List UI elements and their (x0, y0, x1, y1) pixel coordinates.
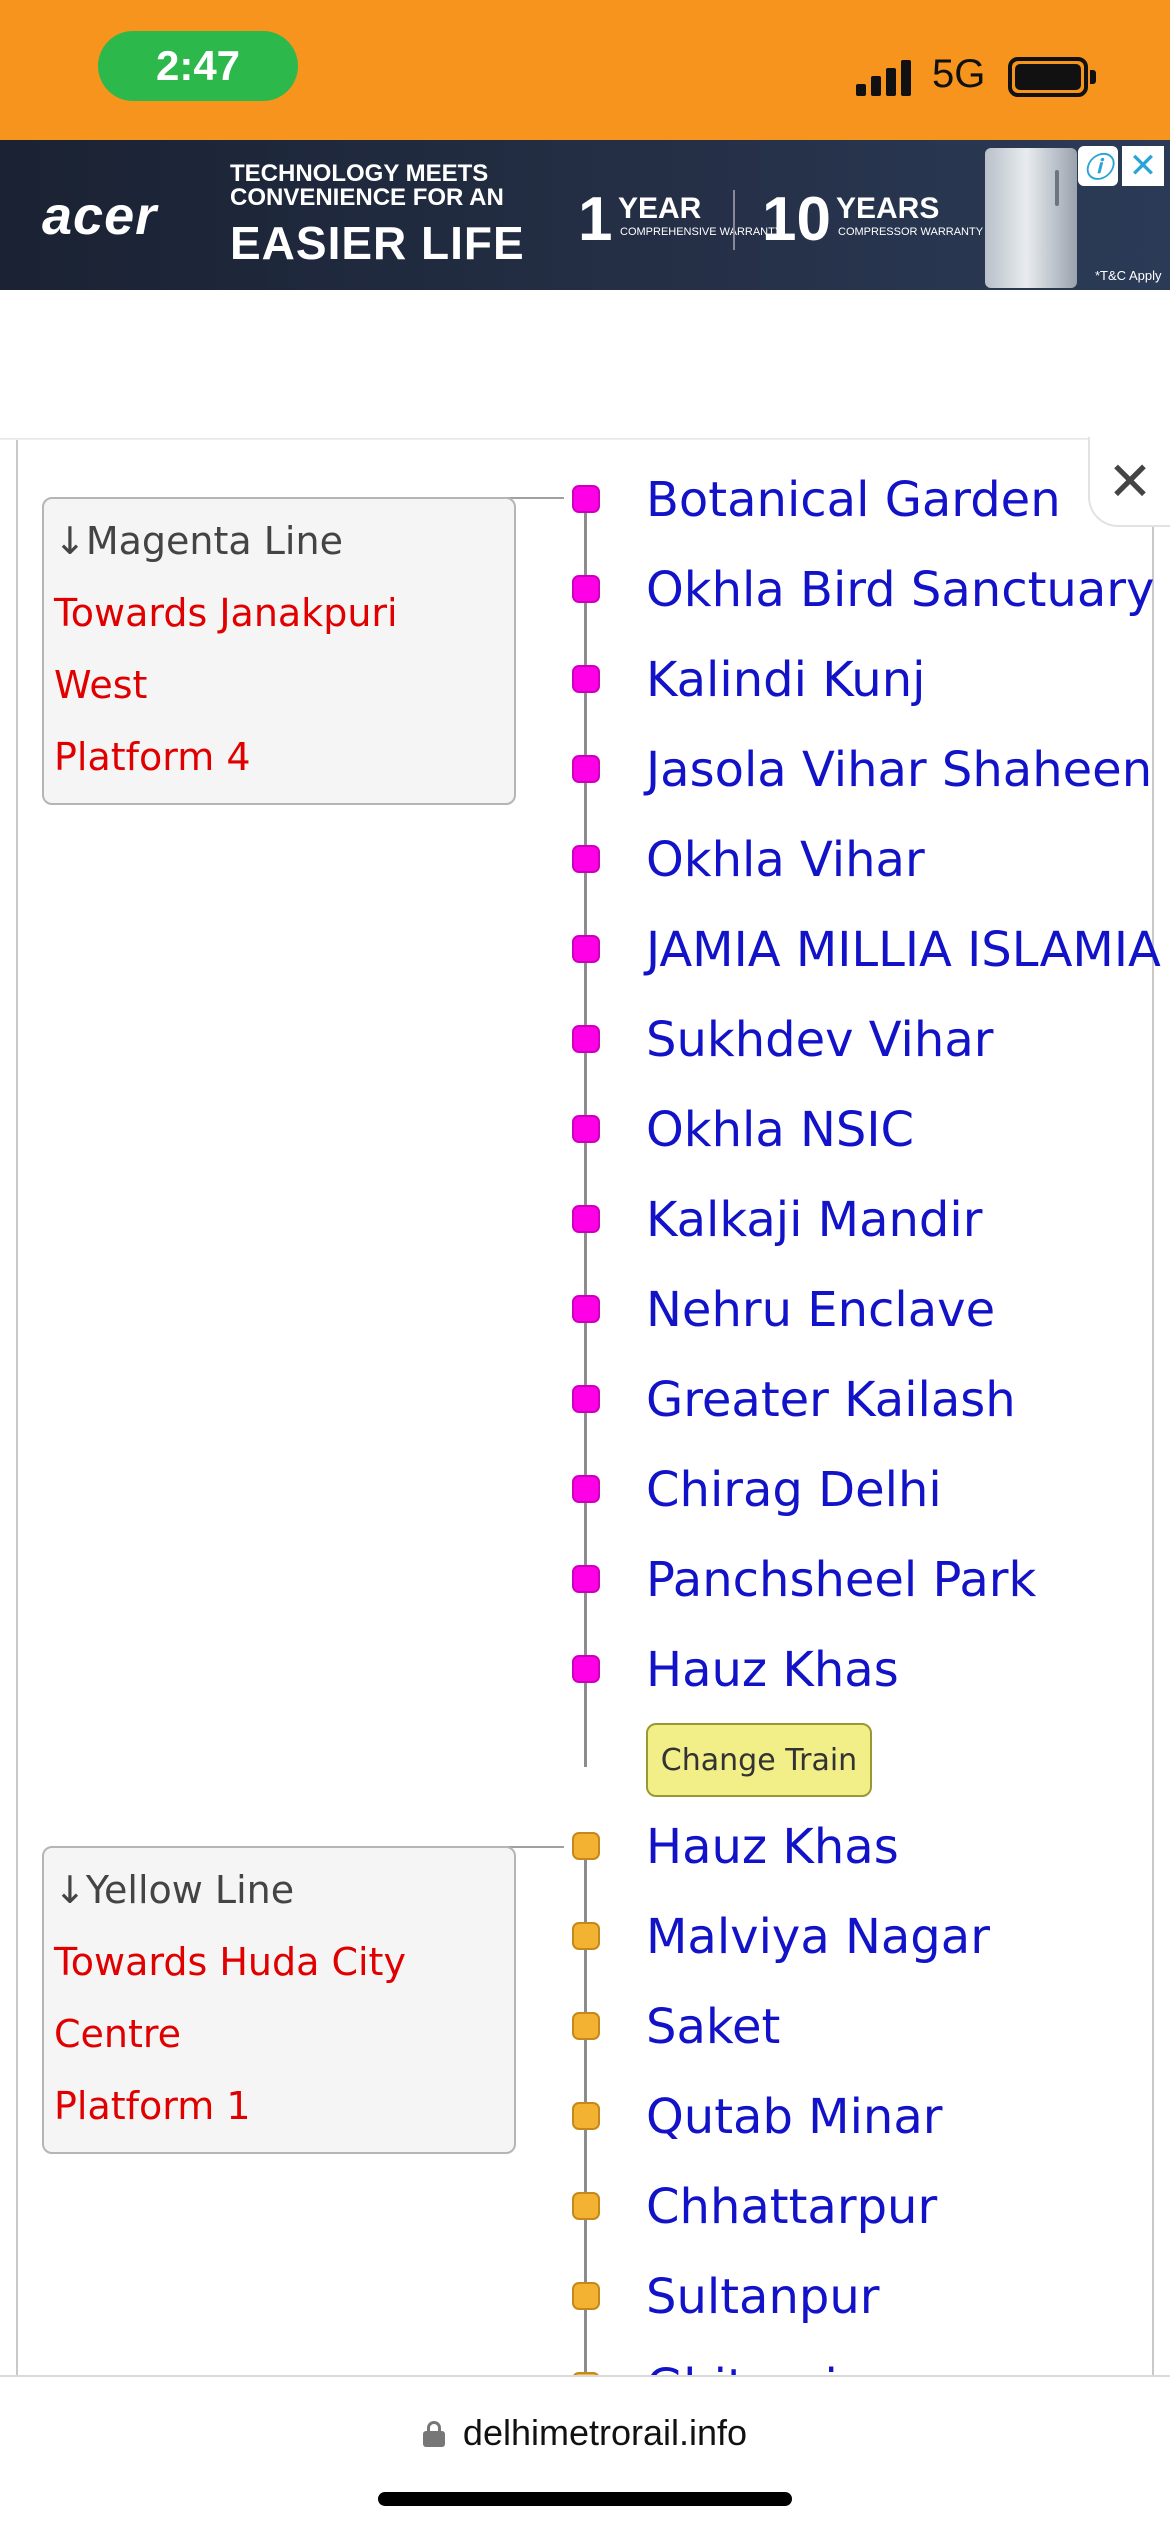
line-platform: Platform 1 (54, 2084, 251, 2128)
status-bar: 2:47 5G (0, 0, 1170, 140)
station-dot (572, 935, 600, 963)
station-link[interactable]: Sultanpur (646, 2267, 880, 2327)
station-dot (572, 1475, 600, 1503)
station-dot (572, 665, 600, 693)
station-dot (572, 1832, 600, 1860)
line-info-box-yellow: ↓Yellow Line Towards Huda City Centre Pl… (42, 1846, 516, 2154)
station-dot (572, 575, 600, 603)
browser-bottom-bar: delhimetrorail.info (0, 2375, 1170, 2532)
station-link[interactable]: Sukhdev Vihar (646, 1010, 993, 1070)
home-indicator[interactable] (378, 2492, 792, 2506)
station-link[interactable]: Greater Kailash (646, 1370, 1016, 1430)
station-link[interactable]: Botanical Garden (646, 470, 1061, 530)
close-icon[interactable]: ✕ (1088, 437, 1170, 527)
screen: 2:47 5G acer TECHNOLOGY MEETS CONVENIENC… (0, 0, 1170, 2532)
route-content: ↓Magenta Line Towards Janakpuri West Pla… (0, 440, 1170, 2375)
ad-warranty-1-number: 1 (578, 185, 613, 254)
content-border-left (16, 440, 18, 2375)
address-bar[interactable]: delhimetrorail.info (0, 2412, 1170, 2454)
station-dot (572, 2102, 600, 2130)
station-link[interactable]: Nehru Enclave (646, 1280, 995, 1340)
line-info-box-magenta: ↓Magenta Line Towards Janakpuri West Pla… (42, 497, 516, 805)
station-link[interactable]: Kalkaji Mandir (646, 1190, 982, 1250)
line-platform: Platform 4 (54, 735, 251, 779)
station-link[interactable]: Chirag Delhi (646, 1460, 942, 1520)
station-dot (572, 1295, 600, 1323)
line-direction-cont: Centre (54, 2012, 182, 2056)
station-link[interactable]: Malviya Nagar (646, 1907, 990, 1967)
ad-brand-logo: acer (42, 186, 158, 246)
status-time: 2:47 (98, 31, 298, 101)
station-link[interactable]: Saket (646, 1997, 780, 2057)
ad-close-icon[interactable]: ✕ (1122, 146, 1164, 186)
battery-icon (1008, 57, 1088, 97)
ad-terms: *T&C Apply (1095, 268, 1162, 283)
station-link[interactable]: Jasola Vihar Shaheen Bagh (646, 740, 1170, 800)
line-direction-cont: West (54, 663, 148, 707)
battery-tip (1090, 70, 1096, 84)
station-dot (572, 1922, 600, 1950)
station-link[interactable]: Panchsheel Park (646, 1550, 1036, 1610)
url-text: delhimetrorail.info (462, 2412, 748, 2453)
ad-warranty-2-sub: COMPRESSOR WARRANTY (838, 226, 984, 238)
change-train-button[interactable]: Change Train (646, 1723, 872, 1797)
station-link[interactable]: Okhla NSIC (646, 1100, 914, 1160)
ad-warranty-1-unit: YEAR (618, 192, 702, 225)
station-link[interactable]: Okhla Vihar (646, 830, 925, 890)
line-direction: Towards Huda City (54, 1940, 406, 1984)
ad-headline: EASIER LIFE (230, 217, 525, 269)
ad-warranty-2-number: 10 (762, 185, 831, 254)
station-dot (572, 1655, 600, 1683)
station-dot (572, 1565, 600, 1593)
lock-icon (422, 2421, 445, 2447)
station-dot (572, 2012, 600, 2040)
line-name: ↓Yellow Line (54, 1868, 295, 1912)
ad-tagline: TECHNOLOGY MEETS CONVENIENCE FOR AN (230, 162, 504, 210)
ad-divider (733, 190, 735, 250)
content-border-right (1152, 440, 1154, 2375)
station-dot (572, 755, 600, 783)
station-link[interactable]: Ghitorni (646, 2357, 838, 2375)
station-link[interactable]: Hauz Khas (646, 1817, 899, 1877)
station-dot (572, 1025, 600, 1053)
station-link[interactable]: JAMIA MILLIA ISLAMIA (646, 920, 1161, 980)
station-link[interactable]: Hauz Khas (646, 1640, 899, 1700)
station-link[interactable]: Chhattarpur (646, 2177, 937, 2237)
station-dot (572, 485, 600, 513)
line-name: ↓Magenta Line (54, 519, 343, 563)
ad-tagline-line-2: CONVENIENCE FOR AN (230, 184, 504, 211)
station-dot (572, 845, 600, 873)
ad-tagline-line-1: TECHNOLOGY MEETS (230, 160, 489, 187)
station-dot (572, 2282, 600, 2310)
cellular-signal-icon (856, 58, 916, 96)
station-link[interactable]: Kalindi Kunj (646, 650, 925, 710)
ad-info-icon[interactable]: ⓘ (1078, 146, 1118, 186)
ad-banner[interactable]: acer TECHNOLOGY MEETS CONVENIENCE FOR AN… (0, 140, 1170, 290)
ad-warranty-2-unit: YEARS (836, 192, 940, 225)
line-direction: Towards Janakpuri (54, 591, 398, 635)
ad-warranty-1-sub: COMPREHENSIVE WARRANTY (620, 226, 783, 238)
station-dot (572, 1115, 600, 1143)
station-link[interactable]: Qutab Minar (646, 2087, 942, 2147)
station-dot (572, 1385, 600, 1413)
network-type: 5G (932, 52, 986, 96)
station-link[interactable]: Okhla Bird Sanctuary (646, 560, 1154, 620)
station-dot (572, 2192, 600, 2220)
ad-product-image (985, 148, 1077, 288)
station-dot (572, 1205, 600, 1233)
